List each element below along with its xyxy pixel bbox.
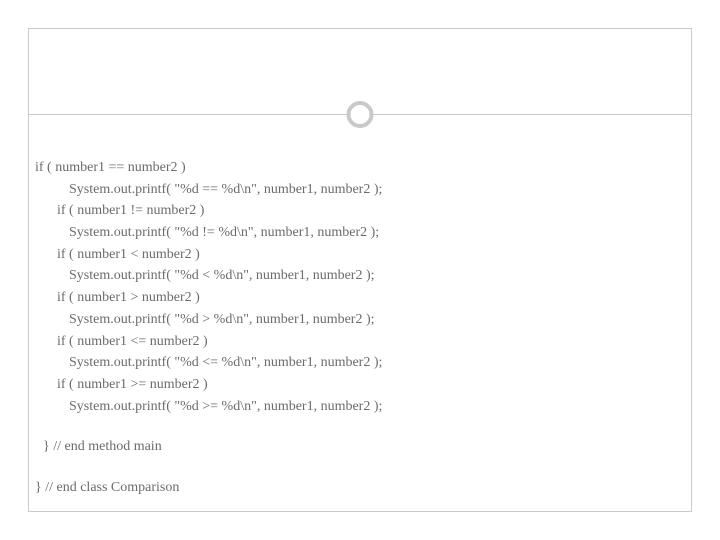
code-line: System.out.printf( "%d < %d\n", number1,… [35,265,685,287]
slide: if ( number1 == number2 ) System.out.pri… [0,0,720,540]
code-line: if ( number1 >= number2 ) [35,374,685,396]
code-block: if ( number1 == number2 ) System.out.pri… [35,157,685,498]
code-line: if ( number1 <= number2 ) [35,331,685,353]
code-line: System.out.printf( "%d > %d\n", number1,… [35,309,685,331]
code-line: if ( number1 < number2 ) [35,244,685,266]
code-line: if ( number1 > number2 ) [35,287,685,309]
slide-frame: if ( number1 == number2 ) System.out.pri… [28,28,692,512]
code-line: System.out.printf( "%d >= %d\n", number1… [35,396,685,418]
code-line: } // end class Comparison [35,477,685,499]
code-line: if ( number1 == number2 ) [35,157,685,179]
ring-icon [347,101,374,128]
code-line: System.out.printf( "%d != %d\n", number1… [35,222,685,244]
blank-line [35,417,685,436]
code-line: System.out.printf( "%d == %d\n", number1… [35,179,685,201]
code-line: System.out.printf( "%d <= %d\n", number1… [35,352,685,374]
code-line: if ( number1 != number2 ) [35,200,685,222]
blank-line [35,458,685,477]
code-line: } // end method main [35,436,685,458]
